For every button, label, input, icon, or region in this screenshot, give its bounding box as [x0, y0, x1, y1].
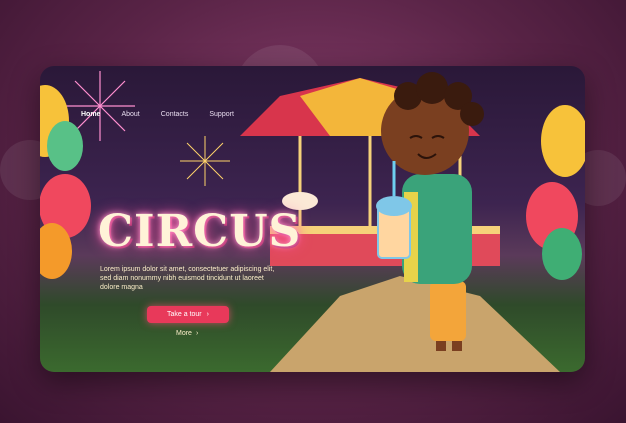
chevron-right-icon: ›: [195, 330, 199, 337]
chevron-right-icon: ›: [206, 311, 209, 318]
nav-item-support[interactable]: Support: [209, 111, 234, 118]
take-a-tour-button[interactable]: Take a tour ›: [147, 306, 229, 323]
nav-item-about[interactable]: About: [121, 111, 139, 118]
hero-title: CIRCUS: [98, 206, 302, 257]
take-a-tour-label: Take a tour: [167, 311, 202, 318]
top-navigation: Home About Contacts Support: [81, 111, 234, 118]
balloon-yellow: [541, 105, 585, 177]
balloon-green: [542, 228, 582, 280]
balloon-green: [47, 121, 83, 171]
firework-center: [180, 136, 230, 186]
nav-item-home[interactable]: Home: [81, 111, 100, 118]
more-link[interactable]: More ›: [176, 330, 198, 337]
hero-description: Lorem ipsum dolor sit amet, consectetuer…: [100, 266, 275, 291]
more-label: More: [176, 330, 192, 337]
nav-item-contacts[interactable]: Contacts: [161, 111, 189, 118]
landing-card: Home About Contacts Support CIRCUS Lorem…: [40, 66, 585, 372]
walking-path: [270, 276, 560, 372]
